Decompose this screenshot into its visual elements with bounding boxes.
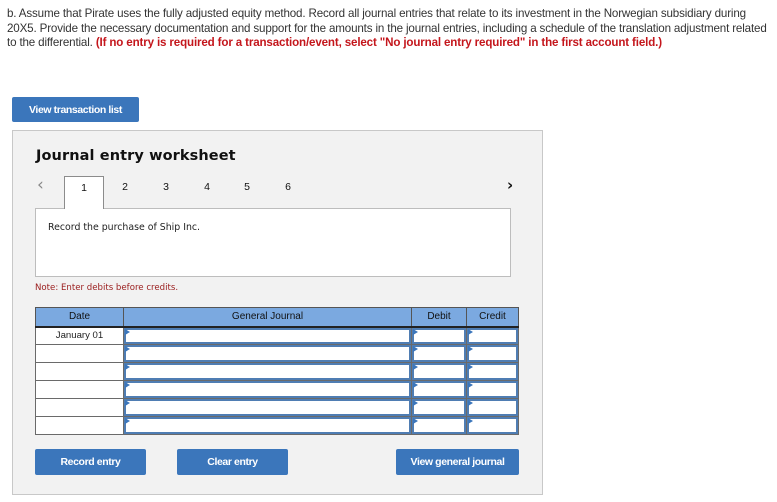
account-cell bbox=[123, 416, 412, 435]
cell-marker-icon bbox=[125, 382, 130, 388]
debit-input[interactable] bbox=[412, 345, 466, 362]
credit-cell bbox=[466, 362, 519, 381]
cell-marker-icon bbox=[413, 400, 418, 406]
credit-cell bbox=[466, 398, 519, 417]
journal-row bbox=[35, 344, 519, 363]
journal-header-row: Date General Journal Debit Credit bbox=[35, 307, 519, 328]
cell-marker-icon bbox=[413, 382, 418, 388]
cell-marker-icon bbox=[468, 400, 473, 406]
date-column-header: Date bbox=[35, 307, 124, 328]
view-general-journal-button[interactable]: View general journal bbox=[396, 449, 519, 475]
account-cell bbox=[123, 398, 412, 417]
cell-marker-icon bbox=[468, 328, 473, 335]
credit-input[interactable] bbox=[467, 327, 518, 344]
debit-cell bbox=[411, 362, 467, 381]
journal-entry-worksheet: Journal entry worksheet ‹ 1 2 3 4 5 6 › … bbox=[12, 130, 543, 495]
worksheet-title: Journal entry worksheet bbox=[36, 148, 236, 164]
general-journal-column-header: General Journal bbox=[123, 307, 412, 328]
cell-marker-icon bbox=[413, 328, 418, 335]
credit-input[interactable] bbox=[467, 345, 518, 362]
cell-marker-icon bbox=[413, 418, 418, 424]
journal-row bbox=[35, 398, 519, 417]
tab-2[interactable]: 2 bbox=[105, 176, 145, 209]
journal-row bbox=[35, 416, 519, 435]
cell-marker-icon bbox=[413, 364, 418, 370]
cell-marker-icon bbox=[468, 364, 473, 370]
debits-before-credits-note: Note: Enter debits before credits. bbox=[35, 283, 179, 293]
journal-table: Date General Journal Debit Credit Januar… bbox=[35, 307, 519, 435]
date-cell bbox=[35, 344, 124, 363]
tab-1[interactable]: 1 bbox=[64, 176, 104, 209]
credit-column-header: Credit bbox=[466, 307, 519, 328]
instructions-emphasis: (If no entry is required for a transacti… bbox=[95, 36, 662, 50]
cell-marker-icon bbox=[125, 418, 130, 424]
view-transaction-list-button[interactable]: View transaction list bbox=[12, 97, 139, 122]
tab-5[interactable]: 5 bbox=[227, 176, 267, 209]
record-entry-button[interactable]: Record entry bbox=[35, 449, 146, 475]
credit-cell bbox=[466, 416, 519, 435]
cell-marker-icon bbox=[125, 328, 130, 335]
journal-row bbox=[35, 380, 519, 399]
debit-cell bbox=[411, 380, 467, 399]
account-cell bbox=[123, 326, 412, 345]
cell-marker-icon bbox=[125, 364, 130, 370]
debit-input[interactable] bbox=[412, 399, 466, 416]
cell-marker-icon bbox=[468, 346, 473, 352]
debit-column-header: Debit bbox=[411, 307, 467, 328]
clear-entry-button[interactable]: Clear entry bbox=[177, 449, 288, 475]
credit-cell bbox=[466, 380, 519, 399]
transaction-description: Record the purchase of Ship Inc. bbox=[48, 222, 201, 233]
chevron-left-icon[interactable]: ‹ bbox=[37, 176, 49, 194]
cell-marker-icon bbox=[125, 346, 130, 352]
credit-input[interactable] bbox=[467, 363, 518, 380]
debit-input[interactable] bbox=[412, 327, 466, 344]
date-cell bbox=[35, 380, 124, 399]
date-cell bbox=[35, 416, 124, 435]
date-cell bbox=[35, 398, 124, 417]
account-input[interactable] bbox=[124, 345, 411, 362]
debit-cell bbox=[411, 398, 467, 417]
debit-input[interactable] bbox=[412, 417, 466, 434]
debit-cell bbox=[411, 326, 467, 345]
account-input[interactable] bbox=[124, 327, 411, 344]
tab-6[interactable]: 6 bbox=[268, 176, 308, 209]
tab-3[interactable]: 3 bbox=[146, 176, 186, 209]
journal-row: January 01 bbox=[35, 326, 519, 345]
credit-cell bbox=[466, 326, 519, 345]
debit-input[interactable] bbox=[412, 381, 466, 398]
debit-cell bbox=[411, 344, 467, 363]
date-cell: January 01 bbox=[35, 326, 124, 345]
chevron-right-icon[interactable]: › bbox=[507, 176, 519, 194]
transaction-description-box: Record the purchase of Ship Inc. bbox=[35, 208, 511, 277]
account-input[interactable] bbox=[124, 417, 411, 434]
account-input[interactable] bbox=[124, 399, 411, 416]
tab-4[interactable]: 4 bbox=[187, 176, 227, 209]
credit-input[interactable] bbox=[467, 381, 518, 398]
cell-marker-icon bbox=[468, 382, 473, 388]
debit-cell bbox=[411, 416, 467, 435]
journal-row bbox=[35, 362, 519, 381]
cell-marker-icon bbox=[413, 346, 418, 352]
account-cell bbox=[123, 380, 412, 399]
credit-input[interactable] bbox=[467, 417, 518, 434]
credit-input[interactable] bbox=[467, 399, 518, 416]
instructions: b. Assume that Pirate uses the fully adj… bbox=[7, 7, 772, 51]
account-cell bbox=[123, 362, 412, 381]
date-cell bbox=[35, 362, 124, 381]
account-cell bbox=[123, 344, 412, 363]
account-input[interactable] bbox=[124, 363, 411, 380]
debit-input[interactable] bbox=[412, 363, 466, 380]
cell-marker-icon bbox=[125, 400, 130, 406]
account-input[interactable] bbox=[124, 381, 411, 398]
credit-cell bbox=[466, 344, 519, 363]
cell-marker-icon bbox=[468, 418, 473, 424]
